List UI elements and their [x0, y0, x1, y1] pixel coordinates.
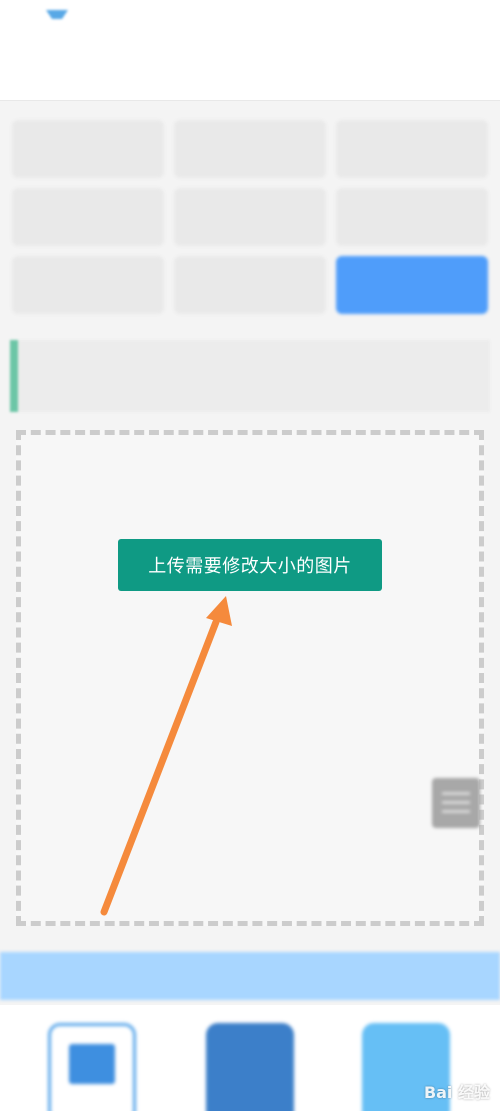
watermark-logo: Bai 经验	[423, 1083, 490, 1102]
tool-button-1[interactable]	[12, 120, 164, 178]
phone-app-icon[interactable]	[206, 1023, 294, 1111]
tool-button-active[interactable]	[336, 256, 488, 314]
tool-button-4[interactable]	[12, 188, 164, 246]
tool-button-5[interactable]	[174, 188, 326, 246]
upload-image-button[interactable]: 上传需要修改大小的图片	[118, 539, 382, 591]
menu-handle-icon[interactable]	[432, 778, 480, 828]
tool-button-7[interactable]	[12, 256, 164, 314]
handle-line	[442, 801, 470, 804]
top-header	[0, 0, 500, 101]
upload-drop-area[interactable]	[16, 430, 484, 926]
signal-icon	[46, 10, 68, 27]
handle-line	[442, 810, 470, 813]
tool-button-3[interactable]	[336, 120, 488, 178]
handle-line	[442, 792, 470, 795]
tool-grid	[12, 120, 488, 314]
status-bar-left	[42, 10, 68, 27]
promo-banner[interactable]	[0, 952, 500, 1000]
tool-button-8[interactable]	[174, 256, 326, 314]
tool-button-6[interactable]	[336, 188, 488, 246]
image-thumbnail-icon	[69, 1044, 115, 1084]
tool-button-2[interactable]	[174, 120, 326, 178]
app-screen: 上传需要修改大小的图片 Bai 经验	[0, 0, 500, 1111]
notice-bar	[10, 340, 490, 412]
crop-image-icon[interactable]	[48, 1023, 136, 1111]
